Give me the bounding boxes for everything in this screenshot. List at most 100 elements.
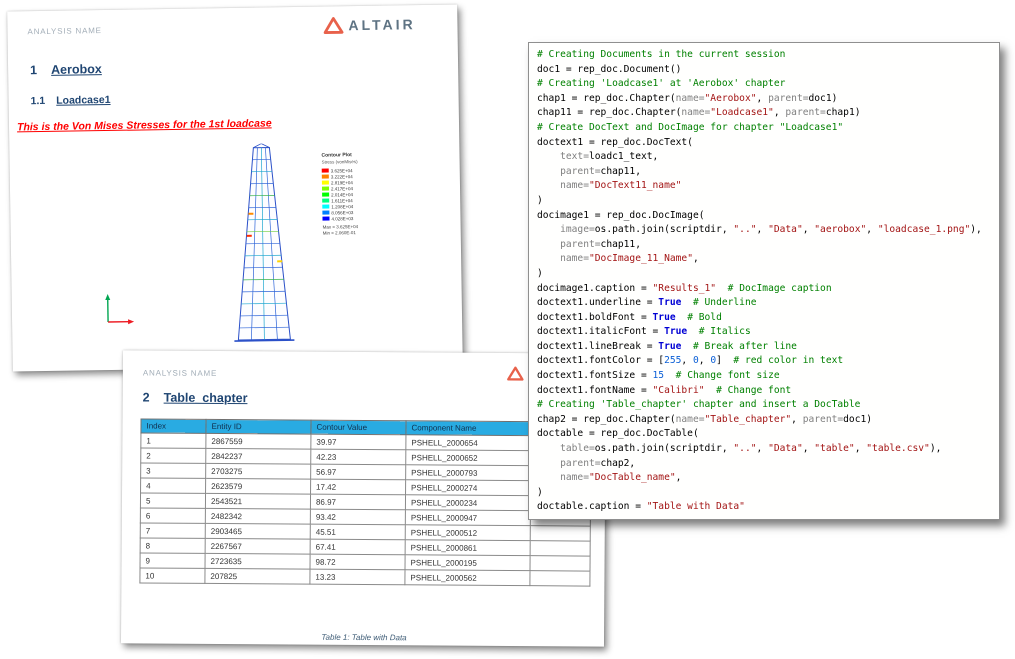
table-cell: 7: [140, 523, 205, 538]
table-cell: 86.97: [310, 494, 405, 510]
table-cell: PSHELL_2000195: [405, 555, 530, 571]
table-cell: PSHELL_2000652: [406, 450, 531, 466]
table-header-cell: Contour Value: [311, 420, 406, 435]
legend-color-swatch: [322, 169, 329, 173]
altair-logo-text: ALTAIR: [348, 16, 415, 33]
code-line: docimage1 = rep_doc.DocImage(: [537, 209, 995, 224]
subheading-number: 1.1: [31, 95, 46, 107]
loadcase-note-text: This is the Von Mises Stresses for the 1…: [17, 117, 272, 133]
table-cell: 5: [140, 493, 205, 508]
altair-triangle-icon: [323, 16, 343, 34]
table-cell: PSHELL_2000234: [405, 495, 530, 511]
table-cell: 56.97: [311, 464, 406, 480]
code-line: doc1 = rep_doc.Document(): [537, 63, 995, 78]
legend-value-label: 8.056E+03: [331, 210, 353, 215]
legend-value-label: 4.028E+03: [331, 216, 353, 221]
code-line: # Creating 'Table_chapter' chapter and i…: [537, 398, 995, 413]
code-line: parent=chap11,: [537, 238, 995, 253]
contour-legend: Contour Plot Stress (vonMises) 3.625E+04…: [321, 152, 392, 237]
heading-title: Table_chapter: [164, 391, 248, 406]
subheading-title: Loadcase1: [56, 94, 110, 107]
page1-header-label: ANALYSIS NAME: [27, 26, 101, 36]
legend-value-label: 3.625E+04: [331, 168, 353, 173]
code-line: parent=chap2,: [537, 457, 995, 472]
code-line: # Creating 'Loadcase1' at 'Aerobox' chap…: [537, 77, 995, 92]
table-cell: 2623579: [206, 478, 311, 494]
code-line: image=os.path.join(scriptdir, "..", "Dat…: [537, 223, 995, 238]
heading-number: 2: [143, 390, 150, 404]
table-cell: [530, 526, 590, 541]
legend-value-label: 3.222E+04: [331, 174, 353, 179]
table-cell: [530, 571, 590, 586]
code-line: doctext1.underline = True # Underline: [537, 296, 995, 311]
code-lines: # Creating Documents in the current sess…: [537, 48, 995, 515]
data-table: IndexEntity IDContour ValueComponent Nam…: [139, 418, 591, 586]
table-body: 1286755939.97PSHELL_20006542284223742.23…: [140, 433, 591, 586]
table-caption: Table 1: Table with Data: [139, 631, 589, 643]
legend-color-swatch: [322, 193, 329, 197]
legend-color-swatch: [322, 205, 329, 209]
table-cell: PSHELL_2000793: [406, 465, 531, 481]
legend-value-label: 2.417E+04: [331, 186, 353, 191]
table-cell: 2482342: [205, 508, 310, 524]
table-cell: 207825: [205, 568, 310, 584]
code-panel: # Creating Documents in the current sess…: [528, 42, 1000, 520]
code-line: doctable = rep_doc.DocTable(: [537, 427, 995, 442]
legend-value-label: 1.208E+04: [331, 204, 353, 209]
heading-number: 1: [30, 63, 37, 77]
code-line: ): [537, 194, 995, 209]
chapter-heading-aerobox: 1 Aerobox: [30, 62, 102, 77]
table-cell: PSHELL_2000947: [405, 510, 530, 526]
legend-subtitle: Stress (vonMises): [322, 159, 392, 166]
legend-color-swatch: [322, 217, 329, 221]
table-cell: PSHELL_2000861: [405, 540, 530, 556]
code-line: table=os.path.join(scriptdir, "..", "Dat…: [537, 442, 995, 457]
table-cell: 39.97: [311, 434, 406, 450]
code-line: docimage1.caption = "Results_1" # DocIma…: [537, 282, 995, 297]
table-cell: 6: [140, 508, 205, 523]
code-line: # Creating Documents in the current sess…: [537, 48, 995, 63]
code-line: parent=chap11,: [537, 165, 995, 180]
table-row: 1020782513.23PSHELL_2000562: [140, 568, 590, 586]
legend-color-swatch: [322, 199, 329, 203]
table-cell: 10: [140, 568, 205, 583]
table-header-cell: Component Name: [406, 421, 531, 436]
code-line: # Create DocText and DocImage for chapte…: [537, 121, 995, 136]
table-cell: 45.51: [310, 524, 405, 540]
code-line: doctext1.italicFont = True # Italics: [537, 325, 995, 340]
table-cell: PSHELL_2000654: [406, 435, 531, 451]
table-header-cell: Index: [141, 419, 206, 433]
table-cell: 98.72: [310, 554, 405, 570]
code-line: doctext1.fontSize = 15 # Change font siz…: [537, 369, 995, 384]
code-line: name="DocImage_11_Name",: [537, 252, 995, 267]
subchapter-heading-loadcase1: 1.1 Loadcase1: [31, 94, 111, 107]
code-line: chap1 = rep_doc.Chapter(name="Aerobox", …: [537, 92, 995, 107]
code-line: doctext1.lineBreak = True # Break after …: [537, 340, 995, 355]
legend-value-label: 2.014E+04: [331, 192, 353, 197]
legend-color-swatch: [322, 175, 329, 179]
legend-color-swatch: [322, 181, 329, 185]
table-cell: 93.42: [310, 509, 405, 525]
heading-title: Aerobox: [51, 62, 102, 77]
code-line: chap2 = rep_doc.Chapter(name="Table_chap…: [537, 413, 995, 428]
table-cell: [530, 556, 590, 571]
legend-entries: 3.625E+043.222E+042.819E+042.417E+042.01…: [322, 167, 393, 222]
table-cell: 2267567: [205, 538, 310, 554]
table-header-cell: Entity ID: [206, 419, 311, 434]
code-line: doctext1.fontName = "Calibri" # Change f…: [537, 384, 995, 399]
table-cell: 9: [140, 553, 205, 568]
table-cell: 67.41: [310, 539, 405, 555]
legend-footer-line: Min = 2.060E-01: [323, 230, 393, 237]
legend-value-label: 2.819E+04: [331, 180, 353, 185]
table-cell: 2703275: [206, 463, 311, 479]
altair-logo: ALTAIR: [323, 15, 416, 34]
code-line: ): [537, 486, 995, 501]
legend-color-swatch: [322, 211, 329, 215]
legend-color-swatch: [322, 187, 329, 191]
code-line: doctext1.boldFont = True # Bold: [537, 311, 995, 326]
code-line: name="DocTable_name",: [537, 471, 995, 486]
table-cell: 2723635: [205, 553, 310, 569]
table-cell: 2842237: [206, 448, 311, 464]
legend-entry: 4.028E+03: [322, 215, 392, 222]
table-cell: [530, 541, 590, 556]
